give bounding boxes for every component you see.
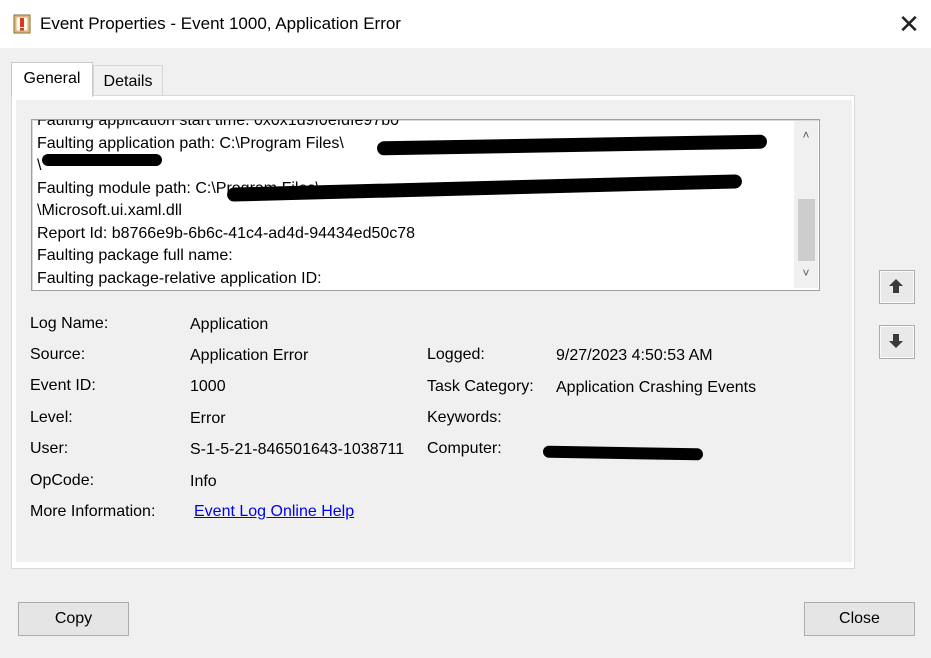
- description-line: Faulting application start time: 0x0x1d9…: [37, 119, 400, 129]
- task-category-label: Task Category:: [427, 378, 534, 395]
- log-name-label: Log Name:: [30, 315, 109, 332]
- previous-event-button[interactable]: [879, 270, 915, 304]
- scroll-down-button[interactable]: ˅: [794, 261, 818, 285]
- chevron-up-icon: ˄: [802, 128, 810, 142]
- level-label: Level:: [30, 409, 73, 426]
- arrow-down-icon: [889, 334, 903, 348]
- chevron-down-icon: ˅: [802, 266, 810, 280]
- opcode-value: Info: [190, 473, 217, 490]
- event-viewer-icon: [13, 14, 31, 34]
- user-value: S-1-5-21-846501643-1038711: [190, 441, 405, 458]
- event-id-label: Event ID:: [30, 377, 96, 394]
- close-button[interactable]: Close: [804, 602, 915, 636]
- logged-label: Logged:: [427, 346, 485, 363]
- computer-label: Computer:: [427, 440, 502, 457]
- keywords-label: Keywords:: [427, 409, 502, 426]
- logged-value: 9/27/2023 4:50:53 AM: [556, 347, 713, 364]
- scroll-up-button[interactable]: ˄: [794, 123, 818, 147]
- redaction-mark: [42, 154, 162, 166]
- log-name-value: Application: [190, 316, 269, 333]
- event-log-online-help-link[interactable]: Event Log Online Help: [194, 503, 354, 521]
- scrollbar-thumb[interactable]: [798, 199, 815, 261]
- title-bar: Event Properties - Event 1000, Applicati…: [0, 0, 931, 48]
- event-id-value: 1000: [190, 378, 226, 395]
- close-icon: ✕: [898, 9, 920, 39]
- level-value: Error: [190, 410, 226, 427]
- close-window-button[interactable]: ✕: [893, 8, 925, 40]
- description-scrollbar[interactable]: ˄ ˅: [794, 121, 818, 288]
- tab-details[interactable]: Details: [93, 65, 163, 96]
- user-label: User:: [30, 440, 69, 457]
- description-line: \Microsoft.ui.xaml.dll: [37, 202, 182, 219]
- task-category-value: Application Crashing Events: [556, 379, 757, 396]
- source-value: Application Error: [190, 347, 309, 364]
- next-event-button[interactable]: [879, 325, 915, 359]
- more-information-label: More Information:: [30, 503, 156, 520]
- event-properties-window: Event Properties - Event 1000, Applicati…: [0, 0, 931, 658]
- arrow-up-icon: [889, 279, 903, 293]
- tab-general[interactable]: General: [11, 62, 93, 97]
- source-label: Source:: [30, 346, 86, 363]
- copy-button[interactable]: Copy: [18, 602, 129, 636]
- window-title: Event Properties - Event 1000, Applicati…: [40, 14, 401, 33]
- description-line: Report Id: b8766e9b-6b6c-41c4-ad4d-94434…: [37, 224, 416, 242]
- event-description-textbox[interactable]: Faulting application start time: 0x0x1d9…: [31, 119, 820, 291]
- opcode-label: OpCode:: [30, 472, 95, 489]
- description-line: Faulting package-relative application ID…: [37, 269, 322, 287]
- description-line: Faulting package full name:: [37, 247, 233, 264]
